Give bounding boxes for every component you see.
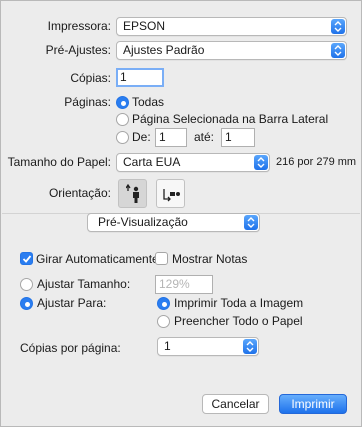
- orientation-label: Orientação:: [48, 186, 111, 200]
- pages-selection-radio[interactable]: [116, 113, 129, 126]
- updown-arrows-icon: [331, 43, 345, 58]
- scale-radio[interactable]: [20, 278, 33, 291]
- pages-label: Páginas:: [64, 95, 111, 109]
- copies-label: Cópias:: [70, 71, 111, 85]
- printer-value: EPSON: [123, 19, 166, 33]
- copies-per-page-value: 1: [164, 339, 171, 353]
- presets-value: Ajustes Padrão: [123, 43, 205, 57]
- scale-label: Ajustar Tamanho:: [37, 277, 131, 291]
- pages-all-label: Todas: [132, 95, 165, 109]
- updown-arrows-icon: [244, 215, 258, 230]
- checkmark-icon: [22, 255, 32, 263]
- copies-field[interactable]: 1: [116, 68, 164, 87]
- print-button[interactable]: Imprimir: [279, 394, 347, 414]
- updown-arrows-icon: [243, 339, 257, 354]
- pages-to-field[interactable]: 1: [221, 128, 255, 147]
- copies-per-page-popup[interactable]: 1: [157, 337, 259, 356]
- updown-arrows-icon: [331, 19, 345, 34]
- pages-all-radio[interactable]: [116, 96, 129, 109]
- paper-size-label: Tamanho do Papel:: [7, 155, 111, 169]
- auto-rotate-label: Girar Automaticamente: [36, 252, 159, 266]
- scale-to-fit-label: Ajustar Para:: [37, 296, 107, 310]
- fill-entire-paper-radio[interactable]: [157, 315, 170, 328]
- copies-per-page-label: Cópias por página:: [20, 341, 121, 355]
- auto-rotate-checkbox[interactable]: [20, 252, 33, 265]
- section-popup-value: Pré-Visualização: [98, 215, 188, 229]
- orientation-landscape-button[interactable]: [156, 179, 185, 208]
- print-entire-image-radio[interactable]: [157, 297, 170, 310]
- print-dialog: Impressora: EPSON Pré-Ajustes: Ajustes P…: [0, 0, 362, 427]
- updown-arrows-icon: [254, 155, 268, 170]
- portrait-person-icon: [126, 184, 139, 203]
- paper-dimensions: 216 por 279 mm: [276, 156, 357, 168]
- presets-label: Pré-Ajustes:: [45, 43, 111, 57]
- paper-size-popup[interactable]: Carta EUA: [116, 153, 270, 172]
- orientation-portrait-button[interactable]: [118, 179, 147, 208]
- pages-selection-label: Página Selecionada na Barra Lateral: [132, 112, 329, 126]
- scale-field[interactable]: 129%: [155, 275, 213, 294]
- pages-from-field[interactable]: 1: [155, 128, 187, 147]
- printer-label: Impressora:: [47, 19, 111, 33]
- paper-size-value: Carta EUA: [123, 155, 181, 169]
- show-notes-checkbox[interactable]: [155, 252, 168, 265]
- cancel-button[interactable]: Cancelar: [202, 394, 269, 414]
- printer-popup[interactable]: EPSON: [116, 17, 347, 36]
- pages-range-radio[interactable]: [116, 131, 129, 144]
- presets-popup[interactable]: Ajustes Padrão: [116, 41, 347, 60]
- pages-to-label: até:: [194, 130, 215, 144]
- fill-entire-paper-label: Preencher Todo o Papel: [174, 314, 303, 328]
- pages-from-label: De:: [132, 130, 151, 144]
- show-notes-label: Mostrar Notas: [172, 252, 248, 266]
- print-entire-image-label: Imprimir Toda a Imagem: [174, 296, 304, 310]
- section-popup[interactable]: Pré-Visualização: [87, 213, 260, 232]
- landscape-person-icon: [163, 189, 180, 202]
- scale-to-fit-radio[interactable]: [20, 297, 33, 310]
